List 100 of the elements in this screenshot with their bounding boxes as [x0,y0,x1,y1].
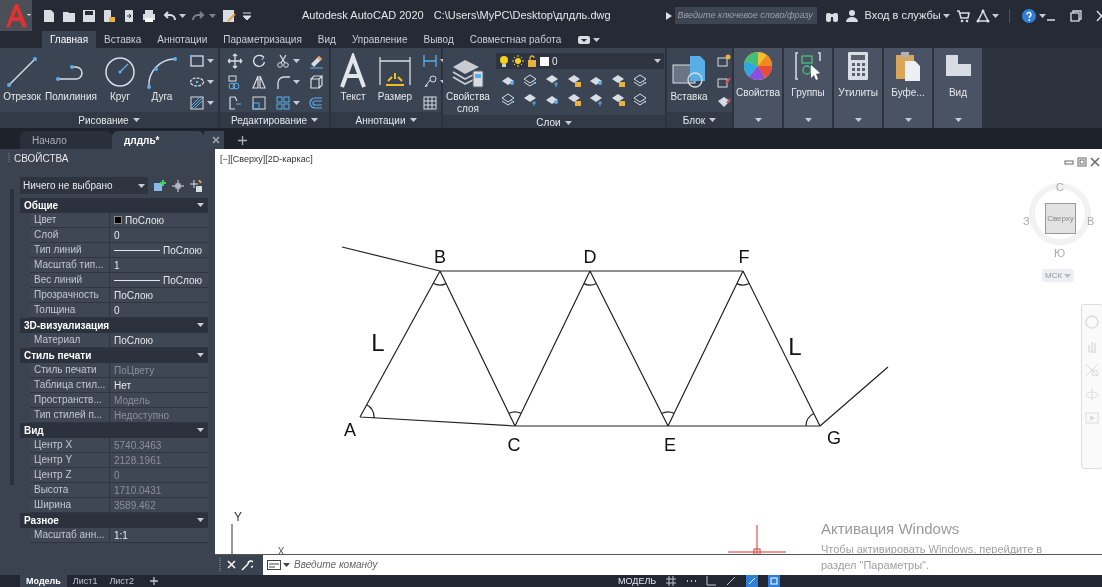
document-tab[interactable]: Начало [20,131,112,149]
property-value-cell[interactable]: ПоСлою [110,213,208,227]
layer-dropdown[interactable]: 0 [495,53,664,69]
ribbon-tab[interactable]: Управление [343,31,416,48]
collapsed-panel[interactable]: Группы [784,48,832,128]
ribbon-tool[interactable]: Размер [376,53,414,103]
close-icon[interactable] [1095,9,1102,22]
layer-tool-icon[interactable] [631,72,648,88]
add-tab-icon[interactable] [238,135,247,145]
selection-dropdown[interactable]: Ничего не выбрано [20,177,148,194]
property-value-cell[interactable]: Нет [110,378,208,392]
grip-icon[interactable] [8,153,11,163]
hatch-icon[interactable] [188,95,205,111]
new-file-icon[interactable] [42,8,56,23]
ribbon-tool[interactable]: Отрезок [3,53,41,103]
osnap-icon[interactable] [746,575,759,587]
scissors-icon[interactable] [275,53,291,69]
redo-icon[interactable] [192,8,206,23]
leader-icon[interactable] [422,74,438,90]
property-value-cell[interactable]: 0 [110,228,208,242]
viewport-restore-icon[interactable] [1077,157,1087,167]
layout-tab[interactable]: Лист1 [66,575,104,587]
layout-tab[interactable]: Модель [20,575,67,587]
save-icon[interactable] [82,8,96,23]
ribbon-tool[interactable]: Текст [334,53,372,103]
section-header[interactable]: Общие [20,198,208,213]
cube-icon[interactable] [308,74,324,90]
rotate-icon[interactable] [251,53,267,69]
close-tab-icon[interactable] [212,136,220,144]
ribbon-tool[interactable]: Дуга [142,53,181,103]
help-icon[interactable] [1021,8,1036,23]
section-header[interactable]: Стиль печати [20,348,208,363]
restore-icon[interactable] [1069,9,1082,22]
expand-arrow-icon[interactable] [665,11,672,20]
move-icon[interactable] [227,53,243,69]
add-layout-icon[interactable] [150,577,158,585]
layer-tool-icon[interactable] [631,91,648,107]
model-space-toggle[interactable]: МОДЕЛЬ [618,575,657,587]
property-value-cell[interactable]: 0 [110,303,208,317]
scale-icon[interactable] [251,95,267,111]
ribbon-tool[interactable]: Вставка [670,53,708,103]
panel-title-bar[interactable]: Блок [667,112,732,128]
offset-icon[interactable] [308,95,324,111]
collapsed-panel[interactable]: Свойства [734,48,782,128]
property-value-cell[interactable]: 1 [110,258,208,272]
pick-objects-icon[interactable] [172,179,184,192]
collapsed-panel[interactable]: Буфе... [884,48,932,128]
ribbon-tool[interactable]: Полилиния [45,53,97,103]
layer-tool-icon[interactable] [521,72,538,88]
copy-icon[interactable] [227,74,243,90]
viewport-minimize-icon[interactable] [1064,157,1074,167]
layout-tab[interactable]: Лист2 [103,575,140,587]
block-create-icon[interactable] [716,53,732,69]
user-icon[interactable] [844,8,859,23]
ellipse-icon[interactable] [188,74,205,90]
property-value-cell[interactable]: ПоСлою [110,333,208,347]
property-value-cell[interactable]: 1:1 [110,528,208,542]
property-value-cell[interactable]: ПоСлою [110,273,208,287]
ortho-icon[interactable] [706,576,717,586]
panel-title-bar[interactable]: Аннотации [331,112,441,128]
panel-title-bar[interactable]: Редактирование [220,112,329,128]
ribbon-tab[interactable]: Аннотации [149,31,216,48]
grip-icon[interactable] [219,557,222,572]
table-icon[interactable] [422,95,438,111]
dimension-icon[interactable] [422,53,438,69]
customize-icon[interactable] [242,10,252,21]
polar-icon[interactable] [726,576,737,586]
save-as-icon[interactable] [102,8,116,23]
array-icon[interactable] [275,95,291,111]
ribbon-tab[interactable]: Вставка [96,31,150,48]
viewport-close-icon[interactable] [1090,157,1100,167]
panel-title-bar[interactable]: Рисование [0,112,218,128]
command-input[interactable]: Введите команду [294,555,594,574]
document-tab[interactable]: длдль* [112,131,204,149]
viewport-label[interactable]: [−][Сверху][2D-каркас] [220,153,313,167]
otrack-icon[interactable] [768,575,781,587]
cart-icon[interactable] [955,8,970,23]
collapsed-panel[interactable]: Вид [934,48,982,128]
insert-block-icon[interactable] [670,53,708,91]
undo-icon[interactable] [162,8,176,23]
wrench-icon[interactable] [241,558,253,571]
ribbon-tool[interactable]: Свойства слоя [446,53,490,115]
ribbon-tab[interactable]: Вид [309,31,344,48]
fillet-icon[interactable] [275,74,291,90]
panel-toggle-icon[interactable] [577,35,592,44]
print-icon[interactable] [142,8,156,23]
ribbon-tab[interactable]: Параметризация [215,31,310,48]
mirror-icon[interactable] [251,74,267,90]
stretch-icon[interactable] [227,95,243,111]
property-value-cell[interactable]: ПоСлою [110,243,208,257]
ribbon-tab[interactable]: Вывод [415,31,462,48]
ribbon-tab[interactable]: Главная [42,31,97,48]
command-history-icon[interactable] [267,559,281,570]
eraser-icon[interactable] [308,53,324,69]
search-field[interactable]: Введите ключевое слово/фразу [674,7,817,24]
section-header[interactable]: Разное [20,513,208,528]
rectangle-icon[interactable] [188,53,205,69]
sign-in-button[interactable]: Вход в службы [864,7,950,24]
toggle-pickadd-icon[interactable] [190,179,202,192]
network-icon[interactable] [975,8,990,23]
